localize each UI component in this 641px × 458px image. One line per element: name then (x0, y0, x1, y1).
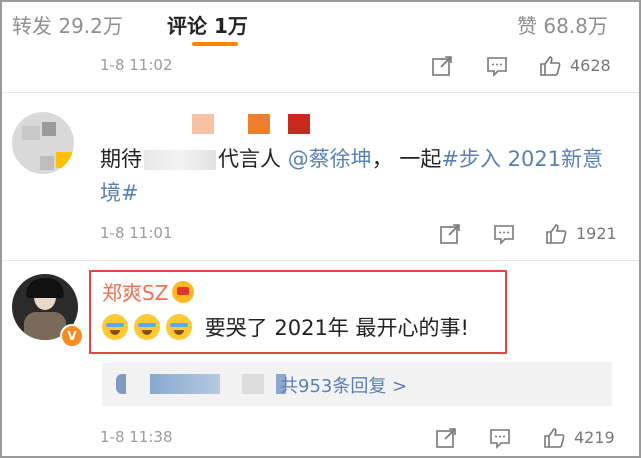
comment-time: 1-8 11:01 (100, 224, 173, 242)
like-icon[interactable] (538, 54, 564, 80)
mention-link[interactable]: @蔡徐坤 (288, 147, 372, 171)
comment-text: 期待 代言人 @蔡徐坤， 一起#步入 2021新意境# (100, 142, 620, 210)
username-row: 郑爽SZ (102, 277, 195, 306)
like-icon[interactable] (544, 222, 570, 248)
verified-badge: V (60, 324, 84, 348)
comment-meta-top: 1-8 11:02 4628 (100, 54, 630, 80)
comment-meta: 1-8 11:38 4219 (100, 426, 630, 452)
like-count: 4628 (570, 56, 611, 75)
membership-badge-icon (172, 281, 195, 303)
blur-block (192, 114, 214, 134)
divider (2, 92, 639, 93)
weibo-comment-panel: 转发 29.2万 评论 1万 赞 68.8万 1-8 11:02 4628 期待… (0, 0, 641, 458)
like-count: 4219 (574, 428, 615, 447)
username[interactable]: 郑爽SZ (102, 281, 168, 305)
comment-icon[interactable] (488, 426, 514, 452)
replies-preview[interactable]: 共953条回复 > (102, 362, 612, 406)
tab-reposts[interactable]: 转发 29.2万 (12, 10, 123, 39)
share-icon[interactable] (430, 54, 456, 80)
comment-meta: 1-8 11:01 1921 (100, 222, 630, 248)
like-count: 1921 (576, 224, 617, 243)
crying-emoji-icon (166, 314, 192, 340)
comment-time: 1-8 11:02 (100, 56, 173, 74)
comment-text-part: ， 一起 (371, 147, 442, 171)
comment-text: 要哭了 2021年 最开心的事! (102, 312, 469, 342)
like-icon[interactable] (542, 426, 568, 452)
active-tab-indicator (192, 42, 238, 46)
comment-text-part: 代言人 (218, 147, 281, 171)
comment-time: 1-8 11:38 (100, 428, 173, 446)
comment-icon[interactable] (492, 222, 518, 248)
tab-bar: 转发 29.2万 评论 1万 赞 68.8万 (2, 2, 639, 48)
comment-text-part: 要哭了 2021年 最开心的事! (204, 316, 469, 340)
tab-comments[interactable]: 评论 1万 (167, 10, 248, 39)
tab-likes[interactable]: 赞 68.8万 (517, 10, 608, 39)
comment-text-part: 期待 (100, 147, 142, 171)
blur-block (248, 114, 270, 134)
share-icon[interactable] (438, 222, 464, 248)
comment-icon[interactable] (485, 54, 511, 80)
divider (2, 260, 639, 261)
blur-block (288, 114, 310, 134)
reply-count-link[interactable]: 共953条回复 > (280, 372, 407, 398)
crying-emoji-icon (134, 314, 160, 340)
redacted-brand (144, 150, 216, 170)
avatar[interactable] (12, 112, 74, 174)
share-icon[interactable] (434, 426, 460, 452)
crying-emoji-icon (102, 314, 128, 340)
